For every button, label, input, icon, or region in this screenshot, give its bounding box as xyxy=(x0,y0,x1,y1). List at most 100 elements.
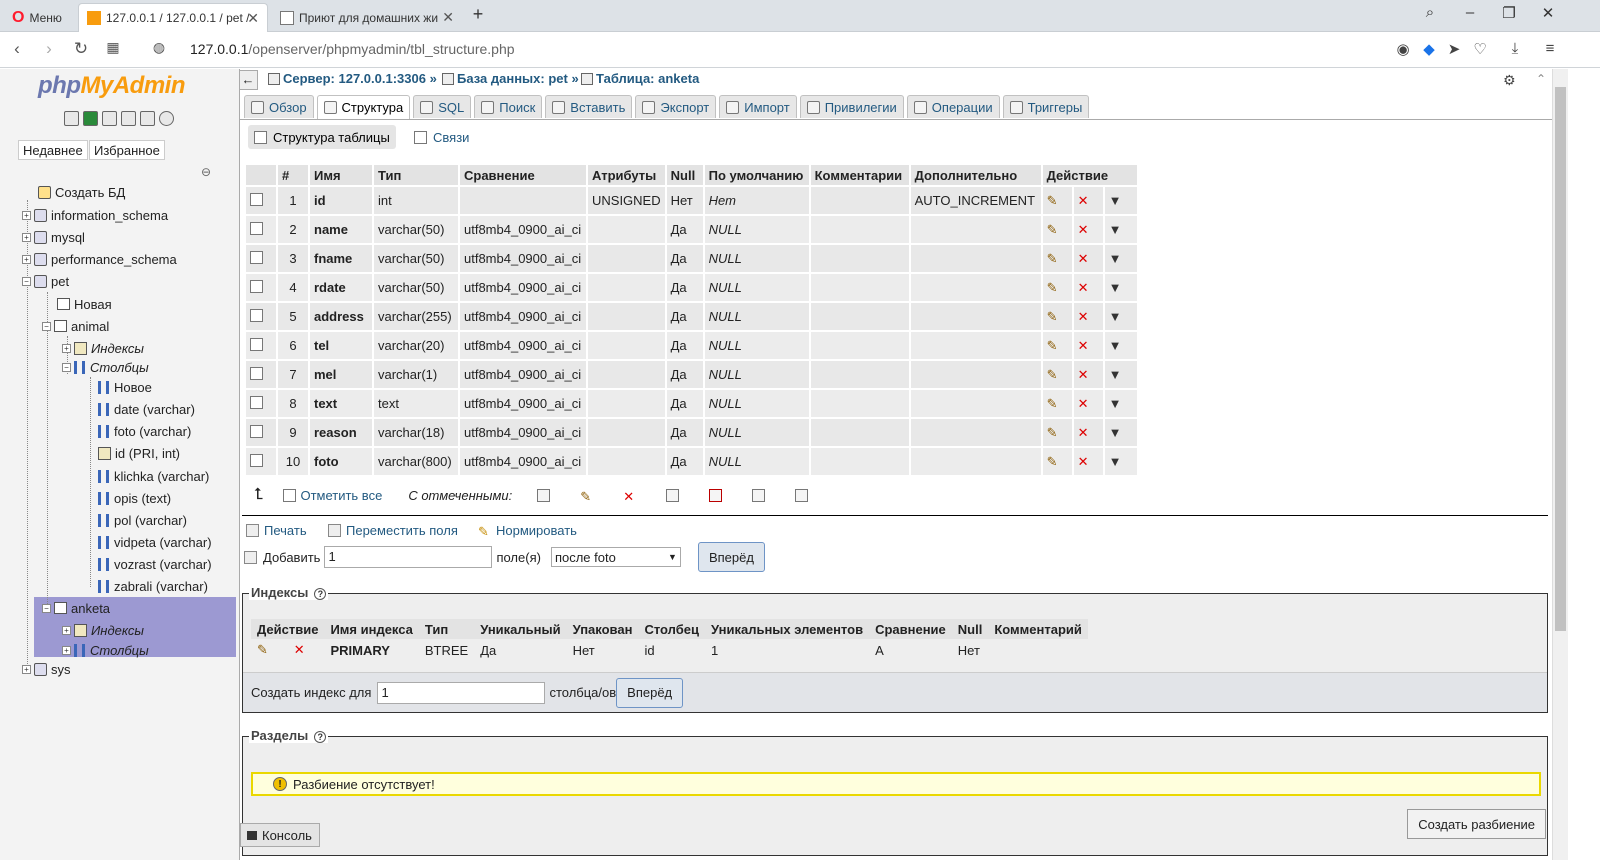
drop-column-icon[interactable]: ✕ xyxy=(1073,419,1103,446)
row-checkbox[interactable] xyxy=(250,309,263,322)
tree-column[interactable]: id (PRI, int) xyxy=(98,443,180,463)
console-button[interactable]: Консоль xyxy=(240,823,320,847)
collapse-nav-button[interactable]: ← xyxy=(240,70,258,90)
collapse-icon[interactable]: − xyxy=(62,362,71,372)
edit-column-icon[interactable]: ✎ xyxy=(1042,448,1072,475)
edit-column-icon[interactable]: ✎ xyxy=(1042,245,1072,272)
sql-icon[interactable] xyxy=(83,111,98,126)
drop-column-icon[interactable]: ✕ xyxy=(1073,332,1103,359)
help-icon[interactable]: ? xyxy=(314,588,327,600)
edit-column-icon[interactable]: ✎ xyxy=(1042,332,1072,359)
breadcrumb-table[interactable]: Таблица: anketa xyxy=(581,71,699,86)
drop-column-icon[interactable]: ✕ xyxy=(1073,274,1103,301)
expand-icon[interactable]: + xyxy=(22,210,31,220)
subtab-table-structure[interactable]: Структура таблицы xyxy=(248,125,396,149)
more-actions-icon[interactable]: ▼ xyxy=(1104,361,1137,388)
tab-browse[interactable]: Обзор xyxy=(244,95,314,118)
camera-icon[interactable]: ◉ xyxy=(1393,40,1413,58)
tree-anketa-columns[interactable]: + Столбцы xyxy=(62,640,149,660)
index-columns-input[interactable]: 1 xyxy=(377,681,546,704)
subtab-relations[interactable]: Связи xyxy=(408,125,475,149)
more-actions-icon[interactable]: ▼ xyxy=(1104,245,1137,272)
tree-column[interactable]: zabrali (varchar) xyxy=(98,576,208,596)
row-checkbox[interactable] xyxy=(250,280,263,293)
maximize-icon[interactable]: ❐ xyxy=(1497,4,1521,22)
expand-icon[interactable]: + xyxy=(62,625,71,635)
tree-db-pet[interactable]: − pet xyxy=(22,271,69,291)
edit-column-icon[interactable]: ✎ xyxy=(1042,390,1072,417)
more-actions-icon[interactable]: ▼ xyxy=(1104,303,1137,330)
scrollbar-thumb[interactable] xyxy=(1555,87,1566,631)
close-window-icon[interactable]: ✕ xyxy=(1536,4,1560,22)
phpmyadmin-logo[interactable]: phpMyAdmin xyxy=(38,72,185,100)
page-settings-icon[interactable]: ⚙ xyxy=(1503,72,1516,89)
edit-column-icon[interactable]: ✎ xyxy=(1042,361,1072,388)
heart-icon[interactable]: ♡ xyxy=(1470,40,1490,58)
fulltext-selected-icon[interactable] xyxy=(795,488,809,502)
send-icon[interactable]: ➤ xyxy=(1444,40,1464,58)
tab-insert[interactable]: Вставить xyxy=(545,95,633,118)
index-selected-icon[interactable] xyxy=(752,488,766,502)
tree-new-column[interactable]: Новое xyxy=(98,377,152,397)
tree-new-table[interactable]: Новая xyxy=(57,294,112,314)
help-icon[interactable]: ? xyxy=(314,731,327,743)
tab-import[interactable]: Импорт xyxy=(719,95,797,118)
tree-animal-columns[interactable]: − Столбцы xyxy=(62,357,149,377)
tree-column[interactable]: vidpeta (varchar) xyxy=(98,532,212,552)
drop-column-icon[interactable]: ✕ xyxy=(1073,390,1103,417)
browser-menu-button[interactable]: O Меню xyxy=(4,3,78,32)
more-actions-icon[interactable]: ▼ xyxy=(1104,332,1137,359)
page-scrollbar[interactable] xyxy=(1552,69,1568,860)
edit-column-icon[interactable]: ✎ xyxy=(1042,187,1072,214)
back-icon[interactable]: ‹ xyxy=(6,39,28,59)
more-actions-icon[interactable]: ▼ xyxy=(1104,216,1137,243)
collapse-icon[interactable]: − xyxy=(42,603,51,613)
more-actions-icon[interactable]: ▼ xyxy=(1104,419,1137,446)
docs-icon[interactable] xyxy=(102,111,117,126)
more-actions-icon[interactable]: ▼ xyxy=(1104,274,1137,301)
tree-column[interactable]: foto (varchar) xyxy=(98,421,191,441)
tree-table-animal[interactable]: − animal xyxy=(42,316,109,336)
menu-icon[interactable]: ≡ xyxy=(1540,40,1560,57)
collapse-icon[interactable]: − xyxy=(42,321,51,331)
create-index-go-button[interactable]: Вперёд xyxy=(616,677,684,708)
reload-icon[interactable]: ↻ xyxy=(70,39,92,59)
tab-export[interactable]: Экспорт xyxy=(635,95,717,118)
url-field[interactable]: 127.0.0.1/openserver/phpmyadmin/tbl_stru… xyxy=(190,41,515,57)
browser-tab-shelter[interactable]: Приют для домашних жи ✕ xyxy=(272,3,462,32)
download-icon[interactable]: ⤓ xyxy=(1505,40,1525,57)
expand-icon[interactable]: + xyxy=(22,254,31,264)
recent-tables-button[interactable]: Недавнее xyxy=(18,140,88,160)
create-partition-button[interactable]: Создать разбиение xyxy=(1407,809,1546,839)
add-go-button[interactable]: Вперёд xyxy=(697,542,765,572)
tree-db-mysql[interactable]: + mysql xyxy=(22,227,85,247)
tree-column[interactable]: date (varchar) xyxy=(98,399,195,419)
row-checkbox[interactable] xyxy=(250,367,263,380)
close-tab-icon[interactable]: ✕ xyxy=(247,10,259,27)
edit-column-icon[interactable]: ✎ xyxy=(1042,303,1072,330)
edit-column-icon[interactable]: ✎ xyxy=(1042,419,1072,446)
new-tab-icon[interactable]: + xyxy=(466,4,490,25)
tree-anketa-indexes[interactable]: + Индексы xyxy=(62,620,144,640)
row-checkbox[interactable] xyxy=(250,251,263,264)
drop-column-icon[interactable]: ✕ xyxy=(1073,303,1103,330)
row-checkbox[interactable] xyxy=(250,454,263,467)
check-all-checkbox[interactable] xyxy=(283,488,297,502)
row-checkbox[interactable] xyxy=(250,338,263,351)
drop-column-icon[interactable]: ✕ xyxy=(1073,448,1103,475)
tab-privileges[interactable]: Привилегии xyxy=(799,95,904,118)
forward-icon[interactable]: › xyxy=(38,39,60,59)
tab-structure[interactable]: Структура xyxy=(316,95,411,119)
breadcrumb-server[interactable]: Сервер: 127.0.0.1:3306 » xyxy=(268,71,437,86)
edit-column-icon[interactable]: ✎ xyxy=(1042,216,1072,243)
link-toggle-icon[interactable]: ⊖ xyxy=(201,165,211,179)
normalize-link[interactable]: ✎ Нормировать xyxy=(478,523,577,539)
more-actions-icon[interactable]: ▼ xyxy=(1104,187,1137,214)
tree-db-sys[interactable]: + sys xyxy=(22,659,71,679)
favorite-tables-button[interactable]: Избранное xyxy=(89,140,165,160)
expand-icon[interactable]: + xyxy=(22,664,31,674)
row-checkbox[interactable] xyxy=(250,396,263,409)
help-icon[interactable] xyxy=(121,111,136,126)
drop-index-icon[interactable]: ✕ xyxy=(288,639,325,661)
minimize-icon[interactable]: – xyxy=(1458,4,1482,21)
